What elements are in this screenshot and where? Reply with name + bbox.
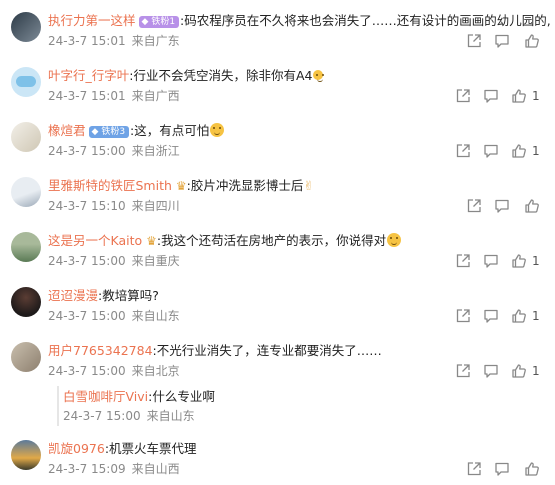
share-icon[interactable] xyxy=(455,143,471,159)
comment-location: 来自重庆 xyxy=(131,254,180,268)
comment-location: 来自北京 xyxy=(131,364,180,378)
comment-list: 执行力第一这样 ◆ 铁粉1:码农程序员在不久将来也会消失了……还有设计的画画的幼儿… xyxy=(0,0,555,485)
cloud-icon xyxy=(16,76,36,87)
user-name[interactable]: 叶字行_行字叶 xyxy=(48,68,129,83)
comment-text: :机票火车票代理 xyxy=(104,441,197,456)
share-icon[interactable] xyxy=(466,461,482,477)
user-name[interactable]: 橡煊君 xyxy=(48,123,86,138)
avatar[interactable] xyxy=(11,67,41,97)
crown-icon: ♛ xyxy=(175,179,187,193)
avatar[interactable] xyxy=(11,232,41,262)
comment-location: 来自广东 xyxy=(131,34,180,48)
user-name[interactable]: 迢迢漫漫 xyxy=(48,288,98,303)
like-icon[interactable] xyxy=(524,198,540,214)
avatar[interactable] xyxy=(11,342,41,372)
like-count: 1 xyxy=(532,309,540,323)
share-icon[interactable] xyxy=(455,308,471,324)
fan-badge: ◆ 铁粉1 xyxy=(138,16,180,28)
diamond-icon: ◆ xyxy=(141,17,149,27)
like-count: 1 xyxy=(532,89,540,103)
comment-icon[interactable] xyxy=(483,88,499,104)
like-count: 1 xyxy=(532,364,540,378)
reply-date: 24-3-7 15:00 xyxy=(63,409,141,423)
like-count: 1 xyxy=(532,144,540,158)
comment-icon[interactable] xyxy=(494,198,510,214)
comment-text: :教培算吗? xyxy=(98,288,159,303)
like-count: 1 xyxy=(532,254,540,268)
comment-icon[interactable] xyxy=(494,461,510,477)
user-name[interactable]: 这是另一个Kaito xyxy=(48,233,142,248)
reply-text: :什么专业啊 xyxy=(148,389,215,404)
like-icon[interactable] xyxy=(511,308,527,324)
share-icon[interactable] xyxy=(455,88,471,104)
like-icon[interactable] xyxy=(511,88,527,104)
avatar[interactable] xyxy=(11,177,41,207)
comment-date: 24-3-7 15:09 xyxy=(48,462,126,476)
avatar[interactable] xyxy=(11,122,41,152)
comment-icon[interactable] xyxy=(494,33,510,49)
reply-user-name[interactable]: 白雪咖啡厅Vivi xyxy=(63,389,148,404)
avatar[interactable] xyxy=(11,12,41,42)
comment-text: :码农程序员在不久将来也会消失了……还有设计的画画的幼儿园的, xyxy=(180,13,551,28)
user-name[interactable]: 执行力第一这样 xyxy=(48,13,136,28)
badge-label: 铁粉3 xyxy=(101,127,126,137)
smile-emoji-icon xyxy=(313,70,324,82)
crown-icon: ♛ xyxy=(146,234,157,248)
like-icon[interactable] xyxy=(511,363,527,379)
comment-location: 来自山东 xyxy=(131,309,180,323)
like-icon[interactable] xyxy=(511,143,527,159)
victory-emoji-icon: ✌ xyxy=(303,178,314,193)
comment-icon[interactable] xyxy=(483,253,499,269)
comment-text: :这，有点可怕 xyxy=(130,123,210,138)
comment-location: 来自四川 xyxy=(131,199,180,213)
share-icon[interactable] xyxy=(466,33,482,49)
comment-date: 24-3-7 15:10 xyxy=(48,199,126,213)
comment-text: :不光行业消失了，连专业都要消失了…… xyxy=(152,343,382,358)
share-icon[interactable] xyxy=(466,198,482,214)
like-icon[interactable] xyxy=(524,33,540,49)
like-icon[interactable] xyxy=(524,461,540,477)
user-name[interactable]: 里雅斯特的铁匠Smith xyxy=(48,178,172,193)
comment-date: 24-3-7 15:00 xyxy=(48,144,126,158)
comment-date: 24-3-7 15:00 xyxy=(48,364,126,378)
comment-text: :胶片冲洗显影博士后 xyxy=(186,178,304,193)
avatar[interactable] xyxy=(11,287,41,317)
badge-label: 铁粉1 xyxy=(151,17,176,27)
share-icon[interactable] xyxy=(455,253,471,269)
comment-date: 24-3-7 15:00 xyxy=(48,309,126,323)
comment-icon[interactable] xyxy=(483,308,499,324)
smile-emoji-icon xyxy=(387,233,402,247)
diamond-icon: ◆ xyxy=(91,127,99,137)
comment-location: 来自山西 xyxy=(131,462,180,476)
like-icon[interactable] xyxy=(511,253,527,269)
comment-date: 24-3-7 15:00 xyxy=(48,254,126,268)
comment-location: 来自广西 xyxy=(131,89,180,103)
comment-date: 24-3-7 15:01 xyxy=(48,89,126,103)
comment-location: 来自浙江 xyxy=(131,144,180,158)
scared-emoji-icon xyxy=(210,123,225,137)
fan-badge: ◆ 铁粉3 xyxy=(88,126,130,138)
comment-text: :行业不会凭空消失，除非你有A4 xyxy=(129,68,313,83)
comment-text: :我这个还苟活在房地产的表示，你说得对 xyxy=(156,233,387,248)
comment-icon[interactable] xyxy=(483,143,499,159)
share-icon[interactable] xyxy=(455,363,471,379)
reply-thread: 白雪咖啡厅Vivi:什么专业啊 24-3-7 15:00 来自山东 xyxy=(57,386,459,426)
user-name[interactable]: 凯旋0976 xyxy=(48,441,105,456)
user-name[interactable]: 用户7765342784 xyxy=(48,343,153,358)
reply-location: 来自山东 xyxy=(146,409,195,423)
comment-date: 24-3-7 15:01 xyxy=(48,34,126,48)
comment-icon[interactable] xyxy=(483,363,499,379)
avatar[interactable] xyxy=(11,440,41,470)
